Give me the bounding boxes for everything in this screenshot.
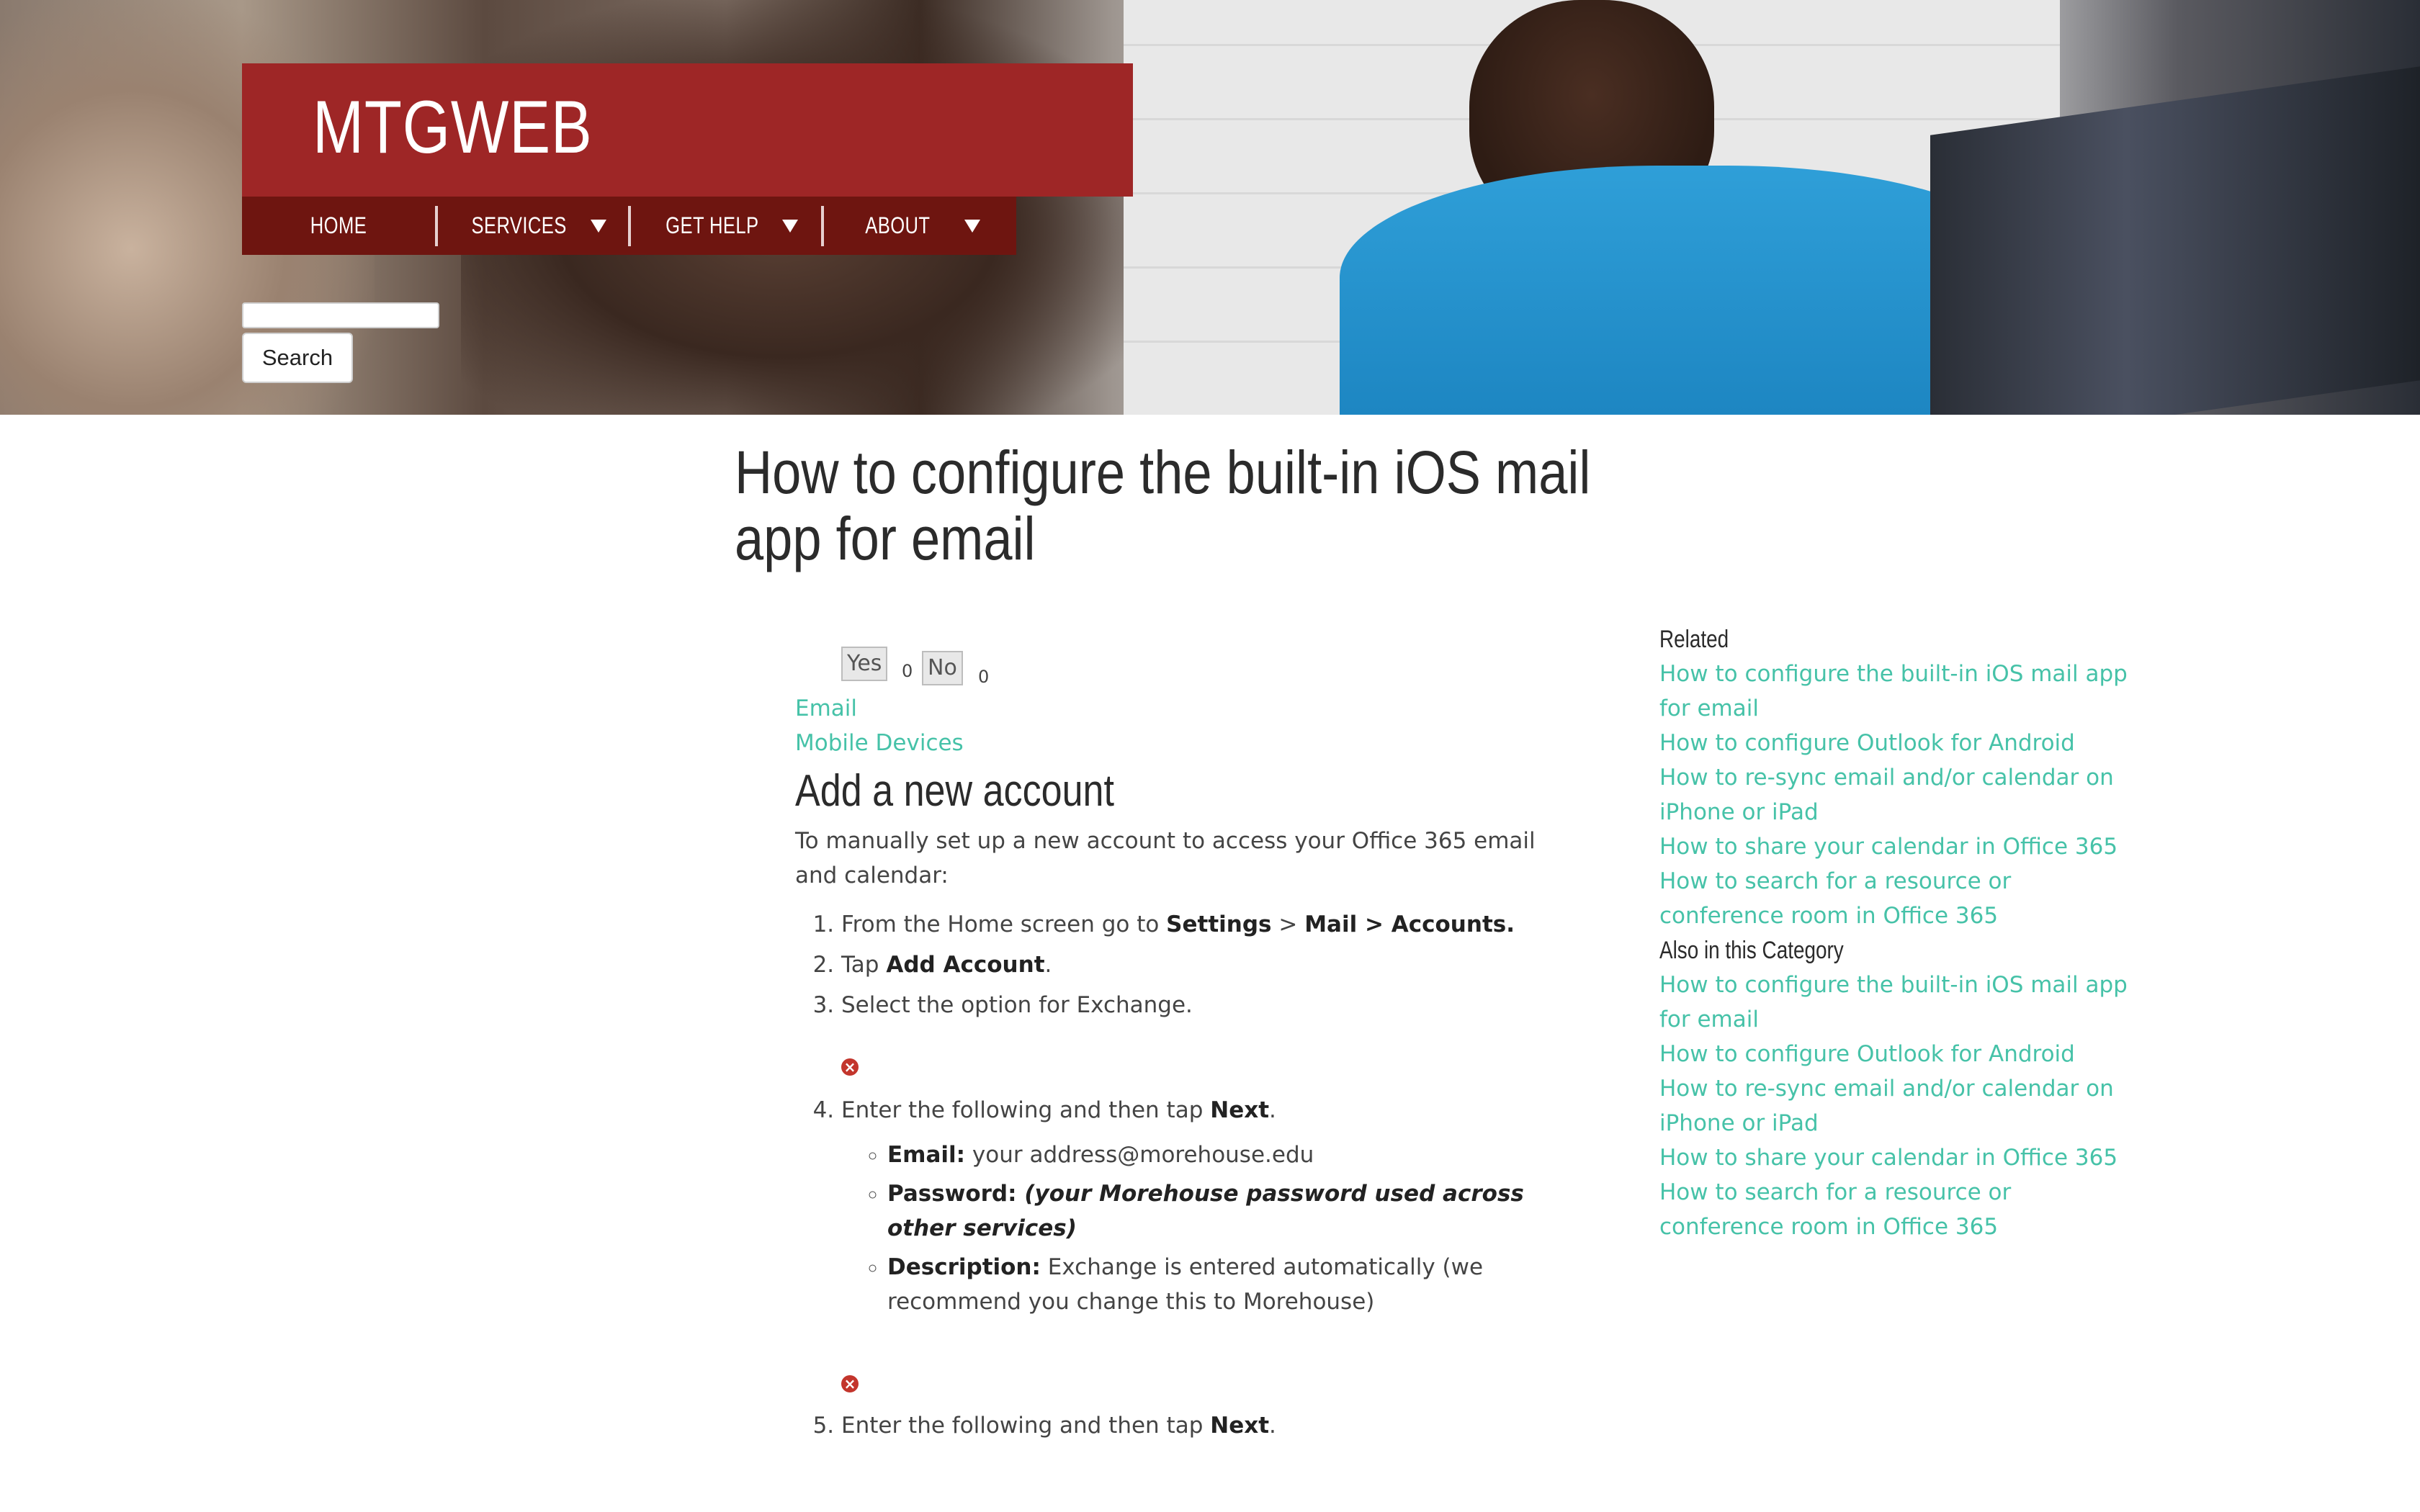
vote-no-button[interactable]: No xyxy=(922,651,963,685)
step-3-text: Select the option for Exchange. xyxy=(841,992,1193,1018)
field-description: Description: Exchange is entered automat… xyxy=(887,1250,1559,1319)
field-password-label: Password: xyxy=(887,1181,1017,1207)
step-5-text: Enter the following and then tap xyxy=(841,1413,1211,1439)
error-x-icon: × xyxy=(841,1058,859,1076)
step-5-end: . xyxy=(1269,1413,1276,1439)
vote-yes-count: 0 xyxy=(902,661,913,681)
triangle-down-icon xyxy=(590,219,606,233)
section-heading: Add a new account xyxy=(795,766,1114,816)
category-heading: Also in this Category xyxy=(1659,937,1844,964)
category-link[interactable]: How to share your calendar in Office 365 xyxy=(1659,1140,2135,1175)
triangle-down-icon xyxy=(781,219,798,233)
intro-text: To manually set up a new account to acce… xyxy=(795,828,1536,888)
helpful-vote: Yes 0 No 0 xyxy=(795,641,1559,691)
related-link[interactable]: How to configure the built-in iOS mail a… xyxy=(1659,657,2135,726)
step-1-mail-accounts: Mail > Accounts. xyxy=(1304,912,1515,937)
field-email-value: your address@morehouse.edu xyxy=(965,1142,1314,1168)
step-1-sep: > xyxy=(1271,912,1305,937)
related-heading: Related xyxy=(1659,626,1729,653)
sidebar: Related How to configure the built-in iO… xyxy=(1659,622,2135,1244)
tag-mobile-devices-link[interactable]: Mobile Devices xyxy=(795,726,1559,760)
field-description-label: Description: xyxy=(887,1254,1041,1280)
step-5: Enter the following and then tap Next. xyxy=(841,1408,1559,1443)
category-link[interactable]: How to configure the built-in iOS mail a… xyxy=(1659,968,2135,1037)
fields-list: Email: your address@morehouse.edu Passwo… xyxy=(841,1138,1559,1319)
vote-no-count: 0 xyxy=(978,667,990,687)
related-link[interactable]: How to configure Outlook for Android xyxy=(1659,726,2135,760)
nav-get-help[interactable]: GET HELP xyxy=(631,197,821,255)
tag-email-link[interactable]: Email xyxy=(795,691,1559,726)
related-link[interactable]: How to re-sync email and/or calendar on … xyxy=(1659,760,2135,829)
site-name[interactable]: MTGWEB xyxy=(313,85,593,171)
search-button[interactable]: Search xyxy=(242,333,353,383)
related-link[interactable]: How to share your calendar in Office 365 xyxy=(1659,829,2135,864)
step-1-text: From the Home screen go to xyxy=(841,912,1167,937)
article-body: Yes 0 No 0 Email Mobile Devices Add a ne… xyxy=(795,641,1559,1449)
step-2: Tap Add Account. xyxy=(841,948,1559,982)
step-4-text: Enter the following and then tap xyxy=(841,1097,1211,1123)
step-5-next: Next xyxy=(1210,1413,1270,1439)
field-email-label: Email: xyxy=(887,1142,966,1168)
error-x-icon: × xyxy=(841,1375,859,1392)
step-1-settings: Settings xyxy=(1166,912,1272,937)
category-link[interactable]: How to search for a resource or conferen… xyxy=(1659,1175,2135,1244)
nav-about-label: ABOUT xyxy=(865,212,931,238)
search-input[interactable] xyxy=(242,302,439,328)
page-title: How to configure the built-in iOS mail a… xyxy=(735,438,1591,572)
related-link[interactable]: How to search for a resource or conferen… xyxy=(1659,864,2135,933)
category-link[interactable]: How to configure Outlook for Android xyxy=(1659,1037,2135,1071)
step-2-text: Tap xyxy=(841,952,887,978)
field-email: Email: your address@morehouse.edu xyxy=(887,1138,1559,1172)
nav-services[interactable]: SERVICES xyxy=(438,197,628,255)
nav-get-help-label: GET HELP xyxy=(666,212,759,238)
nav-services-label: SERVICES xyxy=(471,212,568,238)
step-4-next: Next xyxy=(1210,1097,1270,1123)
nav-about[interactable]: ABOUT xyxy=(824,197,1013,255)
site-brand-bar: MTGWEB xyxy=(242,63,1133,197)
nav-home[interactable]: HOME xyxy=(242,197,435,255)
nav-home-label: HOME xyxy=(310,212,367,238)
step-2-add-account: Add Account xyxy=(886,952,1045,978)
step-1: From the Home screen go to Settings > Ma… xyxy=(841,907,1559,942)
triangle-down-icon xyxy=(964,219,980,233)
step-2-end: . xyxy=(1044,952,1052,978)
main-nav: HOME SERVICES GET HELP ABOUT xyxy=(242,197,1016,255)
step-4-end: . xyxy=(1269,1097,1276,1123)
category-link[interactable]: How to re-sync email and/or calendar on … xyxy=(1659,1071,2135,1140)
field-password: Password: (your Morehouse password used … xyxy=(887,1176,1559,1246)
vote-yes-button[interactable]: Yes xyxy=(841,647,888,681)
step-3: Select the option for Exchange. × xyxy=(841,988,1559,1087)
steps-list: From the Home screen go to Settings > Ma… xyxy=(795,907,1559,1443)
step-4: Enter the following and then tap Next. E… xyxy=(841,1093,1559,1403)
